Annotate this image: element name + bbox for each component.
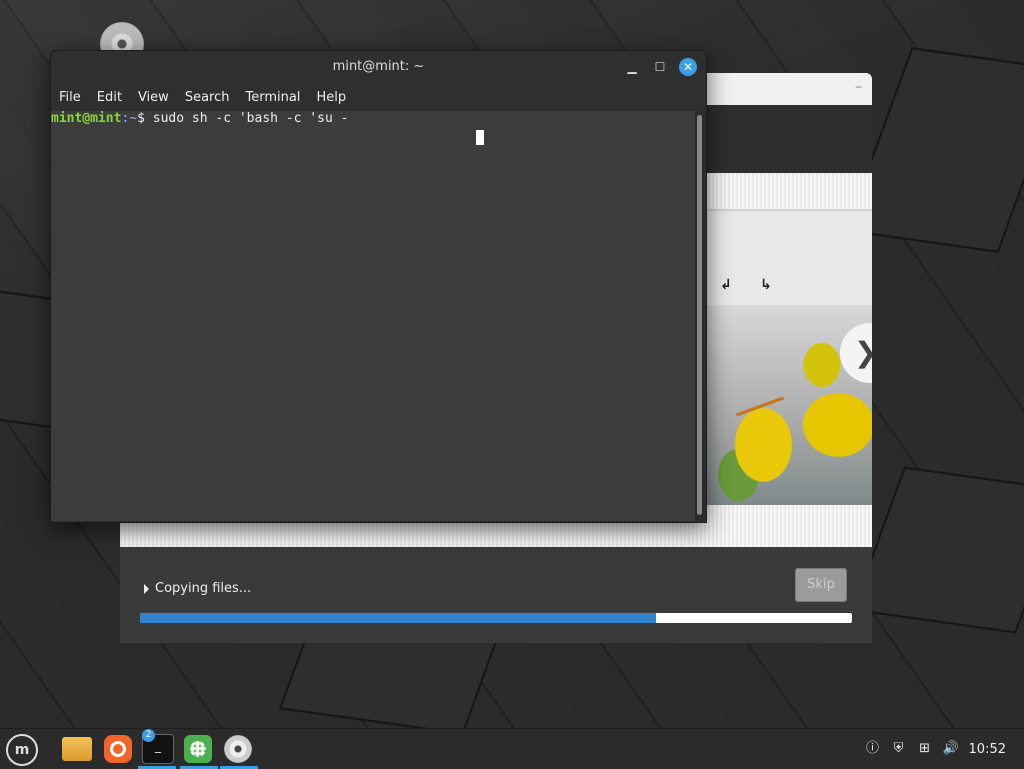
software-manager-icon[interactable] [184,735,212,763]
prompt-user: mint@mint [51,111,122,126]
arrow-forward-icon: ↳ [760,277,772,293]
window-title: mint@mint: ~ [332,59,425,74]
network-icon[interactable]: ⊞ [917,741,933,757]
shield-icon[interactable]: ⛨ [891,741,907,757]
prompt-path: :~ [121,111,138,126]
progress-fill [140,613,657,623]
menu-edit[interactable]: Edit [89,85,130,109]
minimize-icon[interactable]: – [855,79,862,95]
flower-stamen [735,396,785,417]
prompt-line: mint@mint:~$ sudo sh -c 'bash -c 'su - [51,111,348,126]
menu-file[interactable]: File [51,85,89,109]
status-text: Copying files... [155,581,252,596]
background-tile [847,49,1024,251]
skip-button[interactable]: Skip [795,568,847,602]
scrollbar[interactable] [695,111,706,521]
text-cursor [476,130,484,145]
disc-icon[interactable] [224,735,252,763]
command-text: sudo sh -c 'bash -c 'su - [144,111,349,126]
minimize-button[interactable]: ▁ [623,58,641,76]
prompt-symbol: $ [137,111,145,126]
taskbar: m _ 2 ⓘ ⛨ ⊞ 🔊 10:52 [0,728,1024,769]
clock[interactable]: 10:52 [969,742,1006,757]
status-expander[interactable]: Copying files... [144,581,251,596]
volume-icon[interactable]: 🔊 [943,741,959,757]
menu-search[interactable]: Search [177,85,238,109]
firefox-icon[interactable] [104,735,132,763]
scrollbar-thumb[interactable] [697,115,702,515]
installer-status-area: Copying files... Skip [120,547,872,643]
menubar: File Edit View Search Terminal Help [51,85,706,109]
background-tile [854,468,1024,632]
arrow-back-icon: ↲ [720,277,732,293]
linux-mint-icon[interactable]: m [6,734,38,766]
menu-terminal[interactable]: Terminal [237,85,308,109]
progress-bar [140,613,852,623]
menu-view[interactable]: View [130,85,177,109]
terminal-output[interactable]: mint@mint:~$ sudo sh -c 'bash -c 'su - [51,111,695,521]
window-count-badge: 2 [142,729,155,742]
folder-icon[interactable] [62,737,92,761]
close-button[interactable]: ✕ [679,58,697,76]
notification-icon[interactable]: ⓘ [865,741,881,757]
maximize-button[interactable]: ☐ [651,58,669,76]
system-tray: ⓘ ⛨ ⊞ 🔊 10:52 [865,729,1024,769]
expander-triangle-icon [144,583,149,594]
menu-help[interactable]: Help [308,85,354,109]
terminal-window[interactable]: mint@mint: ~ ▁ ☐ ✕ File Edit View Search… [50,50,707,523]
